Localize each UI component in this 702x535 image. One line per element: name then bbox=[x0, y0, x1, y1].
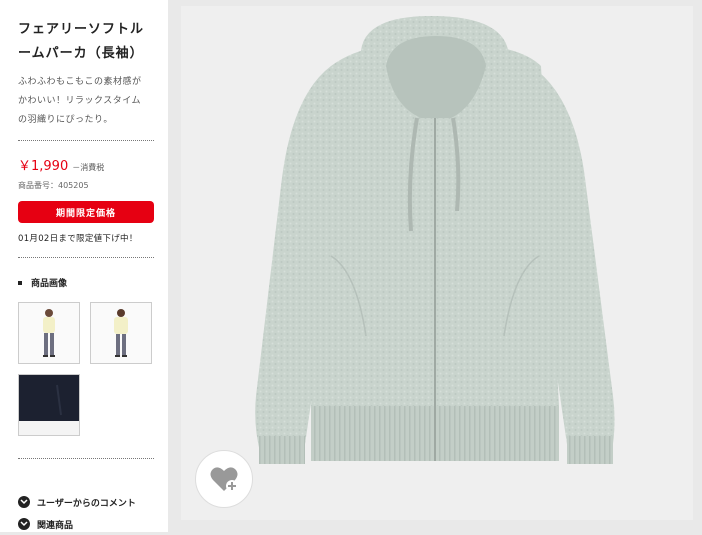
price: ￥1,990 bbox=[18, 159, 69, 174]
chevron-down-icon bbox=[18, 518, 30, 530]
accordion-label: ユーザーからのコメント bbox=[37, 498, 136, 509]
thumbnail-model-front[interactable] bbox=[18, 302, 80, 364]
images-section-heading: 商品画像 bbox=[18, 276, 154, 289]
sale-notice: 01月02日まで限定値下げ中！ bbox=[18, 234, 138, 244]
product-title-line1: フェアリーソフトル bbox=[18, 22, 145, 37]
bullet-square-icon bbox=[18, 280, 22, 285]
description-line: の羽織りにぴったり。 bbox=[18, 115, 113, 125]
price-row: ￥1,990 －消費税 bbox=[18, 155, 154, 174]
favorite-button[interactable] bbox=[195, 450, 253, 508]
chevron-down-icon bbox=[18, 496, 30, 508]
thumbnail-navy-detail[interactable] bbox=[18, 374, 80, 436]
navy-fabric-image bbox=[19, 375, 79, 435]
main-product-image bbox=[181, 6, 693, 520]
description-line: ふわふわもこもこの素材感が bbox=[18, 77, 142, 87]
heart-plus-icon bbox=[210, 467, 238, 492]
image-thumbnails bbox=[18, 302, 154, 436]
product-description: ふわふわもこもこの素材感が かわいい！リラックスタイム の羽織りにぴったり。 bbox=[18, 73, 154, 130]
accordion-user-comments[interactable]: ユーザーからのコメント bbox=[18, 491, 158, 513]
product-sidebar: フェアリーソフトル ームパーカ（長袖） ふわふわもこもこの素材感が かわいい！リ… bbox=[0, 0, 168, 532]
limited-price-badge: 期間限定価格 bbox=[18, 201, 154, 223]
accordion-label: 関連商品 bbox=[37, 520, 74, 531]
divider bbox=[18, 458, 154, 459]
divider bbox=[18, 140, 154, 141]
description-line: かわいい！リラックスタイム bbox=[18, 96, 142, 106]
product-code: 商品番号：405205 bbox=[18, 181, 89, 190]
model-back-image bbox=[114, 309, 128, 357]
divider bbox=[18, 257, 154, 258]
hoodie-image bbox=[255, 16, 615, 464]
thumbnail-model-back[interactable] bbox=[90, 302, 152, 364]
product-title-line2: ームパーカ（長袖） bbox=[18, 46, 144, 61]
images-heading-label: 商品画像 bbox=[31, 279, 68, 289]
model-front-image bbox=[43, 309, 55, 357]
accordion: ユーザーからのコメント 関連商品 bbox=[18, 491, 158, 535]
tax-label: －消費税 bbox=[72, 163, 105, 172]
product-title: フェアリーソフトル ームパーカ（長袖） bbox=[18, 18, 154, 66]
